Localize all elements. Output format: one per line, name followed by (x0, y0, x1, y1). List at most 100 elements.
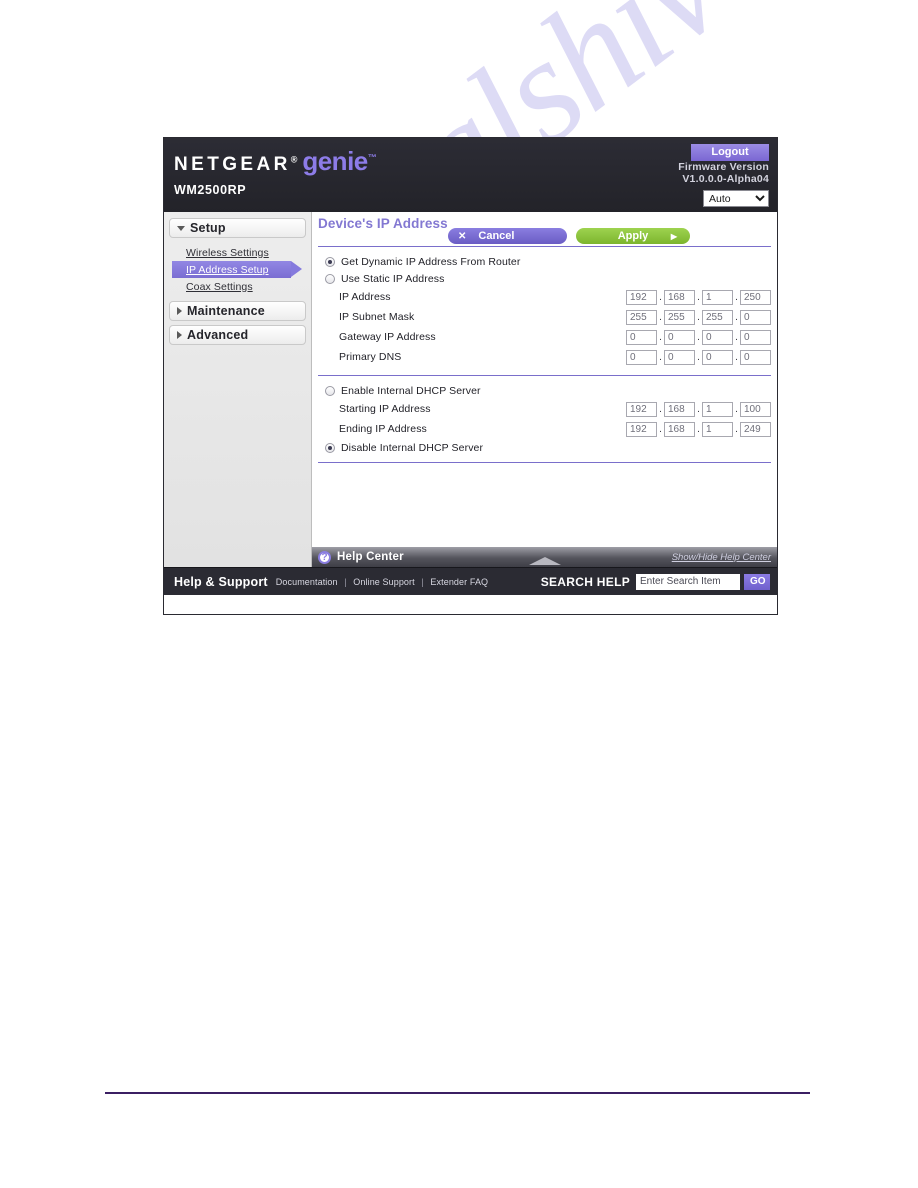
starting-ip-octet-2[interactable] (664, 401, 695, 417)
radio-static-ip-label: Use Static IP Address (341, 272, 445, 285)
trademark-mark-icon: ™ (367, 152, 377, 163)
radio-row-static-ip[interactable]: Use Static IP Address (318, 270, 771, 287)
octet-separator: . (659, 331, 662, 343)
search-help-label: SEARCH HELP (540, 574, 630, 589)
ip-address-octet-2[interactable] (664, 289, 695, 305)
link-extender-faq[interactable]: Extender FAQ (430, 577, 488, 587)
main-panel: Device's IP Address ✕ Cancel Apply ▶ Get… (312, 212, 777, 567)
link-online-support[interactable]: Online Support (353, 577, 414, 587)
ending-ip-octet-2[interactable] (664, 421, 695, 437)
help-support-links: Documentation | Online Support | Extende… (276, 577, 488, 587)
search-input[interactable] (636, 573, 740, 590)
field-row-ip-address: IP Address . . . (318, 287, 771, 307)
radio-row-enable-dhcp[interactable]: Enable Internal DHCP Server (318, 382, 771, 399)
starting-ip-octet-4[interactable] (740, 401, 771, 417)
field-label: Gateway IP Address (339, 331, 436, 343)
apply-button[interactable]: Apply ▶ (576, 228, 690, 244)
ending-ip-octet-1[interactable] (626, 421, 657, 437)
radio-dynamic-ip[interactable] (325, 256, 335, 267)
primary-dns-octet-4[interactable] (740, 349, 771, 365)
link-separator: | (344, 576, 347, 587)
cancel-button[interactable]: ✕ Cancel (448, 228, 567, 244)
subnet-mask-octet-1[interactable] (626, 309, 657, 325)
language-select[interactable]: Auto (703, 190, 769, 207)
ip-address-octet-3[interactable] (702, 289, 733, 305)
radio-row-dynamic-ip[interactable]: Get Dynamic IP Address From Router (318, 253, 771, 270)
link-documentation[interactable]: Documentation (276, 577, 338, 587)
gateway-ip-octet-4[interactable] (740, 329, 771, 345)
octet-separator: . (659, 403, 662, 415)
chevron-up-icon[interactable] (528, 557, 561, 565)
genie-wordmark: genie™ (302, 146, 377, 176)
sidebar-item-wireless-settings[interactable]: Wireless Settings (164, 244, 311, 261)
octet-separator: . (697, 311, 700, 323)
document-footer-rule (105, 1092, 810, 1094)
ip-address-octet-4[interactable] (740, 289, 771, 305)
main-filler (318, 469, 771, 547)
field-row-primary-dns: Primary DNS . . . (318, 347, 771, 367)
field-row-starting-ip: Starting IP Address . . . (318, 399, 771, 419)
ip-address-octet-1[interactable] (626, 289, 657, 305)
octet-separator: . (735, 331, 738, 343)
gateway-ip-octet-2[interactable] (664, 329, 695, 345)
octet-separator: . (697, 423, 700, 435)
starting-ip-octet-3[interactable] (702, 401, 733, 417)
show-hide-help-center-link[interactable]: Show/Hide Help Center (672, 552, 771, 563)
help-center-bar[interactable]: ? Help Center Show/Hide Help Center (312, 547, 777, 567)
sidebar-item-coax-settings[interactable]: Coax Settings (164, 278, 311, 295)
octet-group: . . . (626, 401, 771, 417)
chevron-down-icon (177, 225, 185, 231)
chevron-right-icon (177, 307, 182, 315)
octet-separator: . (735, 403, 738, 415)
main-topbar: Device's IP Address ✕ Cancel Apply ▶ (318, 212, 771, 246)
sidebar-section-advanced[interactable]: Advanced (169, 325, 306, 345)
sidebar-section-setup[interactable]: Setup (169, 218, 306, 238)
cancel-button-label: Cancel (478, 230, 515, 242)
firmware-version-label: Firmware Version (678, 161, 769, 173)
question-mark-icon: ? (318, 550, 331, 564)
app-body: Setup Wireless Settings IP Address Setup… (164, 212, 777, 567)
radio-row-disable-dhcp[interactable]: Disable Internal DHCP Server (318, 439, 771, 456)
starting-ip-octet-1[interactable] (626, 401, 657, 417)
octet-separator: . (659, 351, 662, 363)
radio-enable-dhcp[interactable] (325, 385, 335, 396)
octet-group: . . . (626, 329, 771, 345)
sidebar-section-label: Setup (190, 221, 226, 235)
field-label: Primary DNS (339, 351, 402, 363)
octet-separator: . (697, 403, 700, 415)
ending-ip-octet-3[interactable] (702, 421, 733, 437)
brand-block: NETGEAR® genie™ WM2500RP (174, 146, 377, 197)
gateway-ip-octet-3[interactable] (702, 329, 733, 345)
octet-separator: . (659, 423, 662, 435)
sidebar-setup-children: Wireless Settings IP Address Setup Coax … (164, 240, 311, 301)
octet-separator: . (659, 291, 662, 303)
search-go-button[interactable]: GO (744, 573, 770, 590)
sidebar-section-maintenance[interactable]: Maintenance (169, 301, 306, 321)
apply-button-label: Apply (617, 230, 649, 242)
field-label: Ending IP Address (339, 423, 427, 435)
ending-ip-octet-4[interactable] (740, 421, 771, 437)
subnet-mask-octet-4[interactable] (740, 309, 771, 325)
subnet-mask-octet-2[interactable] (664, 309, 695, 325)
device-model: WM2500RP (174, 183, 247, 197)
field-label: IP Address (339, 291, 391, 303)
field-row-subnet-mask: IP Subnet Mask . . . (318, 307, 771, 327)
help-and-support-bar: Help & Support Documentation | Online Su… (164, 567, 777, 595)
subnet-mask-octet-3[interactable] (702, 309, 733, 325)
sidebar-item-ip-address-setup[interactable]: IP Address Setup (172, 261, 302, 278)
logout-button[interactable]: Logout (691, 144, 769, 161)
arrow-right-icon: ▶ (670, 231, 677, 241)
radio-static-ip[interactable] (325, 273, 335, 284)
primary-dns-octet-3[interactable] (702, 349, 733, 365)
header-right-block: Logout Firmware Version V1.0.0.0-Alpha04… (678, 144, 769, 207)
title-divider (318, 246, 771, 247)
octet-separator: . (697, 331, 700, 343)
sidebar-item-label: IP Address Setup (186, 263, 269, 276)
sidebar-item-label: Coax Settings (186, 280, 253, 293)
primary-dns-octet-1[interactable] (626, 349, 657, 365)
primary-dns-octet-2[interactable] (664, 349, 695, 365)
gateway-ip-octet-1[interactable] (626, 329, 657, 345)
radio-disable-dhcp[interactable] (325, 442, 335, 453)
field-label: Starting IP Address (339, 403, 431, 415)
dhcp-section-divider (318, 375, 771, 376)
